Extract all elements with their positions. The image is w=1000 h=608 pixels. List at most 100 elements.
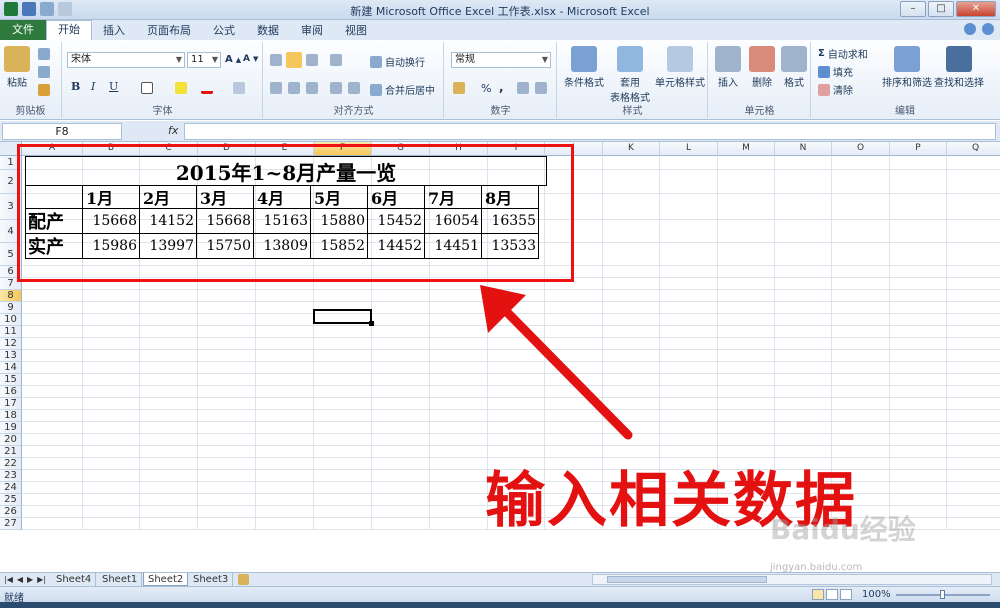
normal-view-button[interactable]: [812, 589, 824, 600]
grid-cell[interactable]: [718, 422, 775, 434]
grid-cell[interactable]: [256, 386, 314, 398]
grid-cell[interactable]: [430, 482, 488, 494]
row-header-15[interactable]: 15: [0, 374, 22, 386]
grid-cell[interactable]: [198, 482, 256, 494]
grid-cell[interactable]: [83, 506, 140, 518]
grid-cell[interactable]: [947, 518, 1000, 530]
grid-cell[interactable]: [430, 446, 488, 458]
grid-cell[interactable]: [22, 470, 83, 482]
insert-function-icon[interactable]: fx: [168, 124, 178, 137]
font-size-select[interactable]: 11 ▼: [187, 52, 221, 68]
grid-cell[interactable]: [775, 422, 832, 434]
grid-cell[interactable]: [430, 518, 488, 530]
grid-cell[interactable]: [256, 314, 314, 326]
grid-cell[interactable]: [430, 470, 488, 482]
grid-cell[interactable]: [660, 302, 718, 314]
grid-cell[interactable]: [83, 470, 140, 482]
grid-cell[interactable]: [372, 338, 430, 350]
grid-cell[interactable]: [775, 410, 832, 422]
grid-cell[interactable]: [140, 446, 198, 458]
grid-cell[interactable]: [660, 326, 718, 338]
tab-data[interactable]: 数据: [246, 22, 290, 40]
paste-button[interactable]: 粘贴: [4, 46, 30, 89]
grid-cell[interactable]: [372, 302, 430, 314]
grid-cell[interactable]: [83, 494, 140, 506]
grid-cell[interactable]: [718, 194, 775, 220]
grow-font-button[interactable]: A ▲: [225, 54, 241, 65]
grid-cell[interactable]: [256, 302, 314, 314]
grid-cell[interactable]: [775, 194, 832, 220]
grid-cell[interactable]: [947, 243, 1000, 266]
grid-cell[interactable]: [198, 302, 256, 314]
grid-cell[interactable]: [83, 458, 140, 470]
grid-cell[interactable]: [947, 398, 1000, 410]
grid-cell[interactable]: [832, 338, 890, 350]
grid-cell[interactable]: [603, 170, 660, 194]
row-header-10[interactable]: 10: [0, 314, 22, 326]
grid-cell[interactable]: [890, 350, 947, 362]
wrap-text-button[interactable]: 自动换行: [370, 54, 425, 69]
grid-cell[interactable]: [832, 156, 890, 170]
grid-cell[interactable]: [198, 374, 256, 386]
grid-cell[interactable]: [947, 494, 1000, 506]
grid-cell[interactable]: [22, 314, 83, 326]
borders-icon[interactable]: [141, 82, 153, 94]
grid-cell[interactable]: [890, 302, 947, 314]
grid-cell[interactable]: [775, 326, 832, 338]
grid-cell[interactable]: [198, 290, 256, 302]
grid-cell[interactable]: [256, 518, 314, 530]
grid-cell[interactable]: [890, 243, 947, 266]
grid-cell[interactable]: [660, 290, 718, 302]
grid-cell[interactable]: [22, 494, 83, 506]
grid-cell[interactable]: [718, 338, 775, 350]
grid-cell[interactable]: [660, 156, 718, 170]
fill-color-icon[interactable]: [175, 82, 187, 94]
grid-cell[interactable]: [660, 350, 718, 362]
grid-cell[interactable]: [775, 278, 832, 290]
grid-cell[interactable]: [372, 386, 430, 398]
grid-cell[interactable]: [140, 494, 198, 506]
grid-cell[interactable]: [83, 314, 140, 326]
grid-cell[interactable]: [140, 386, 198, 398]
grid-cell[interactable]: [372, 506, 430, 518]
column-header-l[interactable]: L: [660, 142, 718, 156]
grid-cell[interactable]: [718, 314, 775, 326]
grid-cell[interactable]: [603, 243, 660, 266]
grid-cell[interactable]: [832, 302, 890, 314]
grid-cell[interactable]: [947, 156, 1000, 170]
grid-cell[interactable]: [198, 434, 256, 446]
grid-cell[interactable]: [83, 374, 140, 386]
sheet-tab-sheet3[interactable]: Sheet3: [189, 573, 234, 586]
grid-cell[interactable]: [256, 410, 314, 422]
grid-cell[interactable]: [660, 338, 718, 350]
merge-center-button[interactable]: 合并后居中: [370, 82, 435, 97]
row-header-8[interactable]: 8: [0, 290, 22, 302]
grid-cell[interactable]: [256, 350, 314, 362]
insert-sheet-icon[interactable]: [238, 574, 249, 585]
grid-cell[interactable]: [947, 290, 1000, 302]
grid-cell[interactable]: [947, 170, 1000, 194]
sort-filter-button[interactable]: 排序和筛选: [882, 46, 932, 89]
grid-cell[interactable]: [775, 243, 832, 266]
grid-cell[interactable]: [775, 170, 832, 194]
grid-cell[interactable]: [890, 446, 947, 458]
grid-cell[interactable]: [256, 446, 314, 458]
grid-cell[interactable]: [372, 494, 430, 506]
column-header-o[interactable]: O: [832, 142, 890, 156]
grid-cell[interactable]: [832, 422, 890, 434]
grid-cell[interactable]: [890, 386, 947, 398]
grid-cell[interactable]: [372, 314, 430, 326]
grid-cell[interactable]: [430, 458, 488, 470]
grid-cell[interactable]: [947, 350, 1000, 362]
help-icon[interactable]: [982, 23, 994, 35]
grid-cell[interactable]: [22, 302, 83, 314]
grid-cell[interactable]: [256, 434, 314, 446]
grid-cell[interactable]: [372, 434, 430, 446]
grid-cell[interactable]: [256, 458, 314, 470]
grid-cell[interactable]: [140, 410, 198, 422]
orientation-icon[interactable]: [330, 54, 342, 66]
grid-cell[interactable]: [890, 278, 947, 290]
grid-cell[interactable]: [140, 398, 198, 410]
grid-cell[interactable]: [832, 266, 890, 278]
row-header-16[interactable]: 16: [0, 386, 22, 398]
